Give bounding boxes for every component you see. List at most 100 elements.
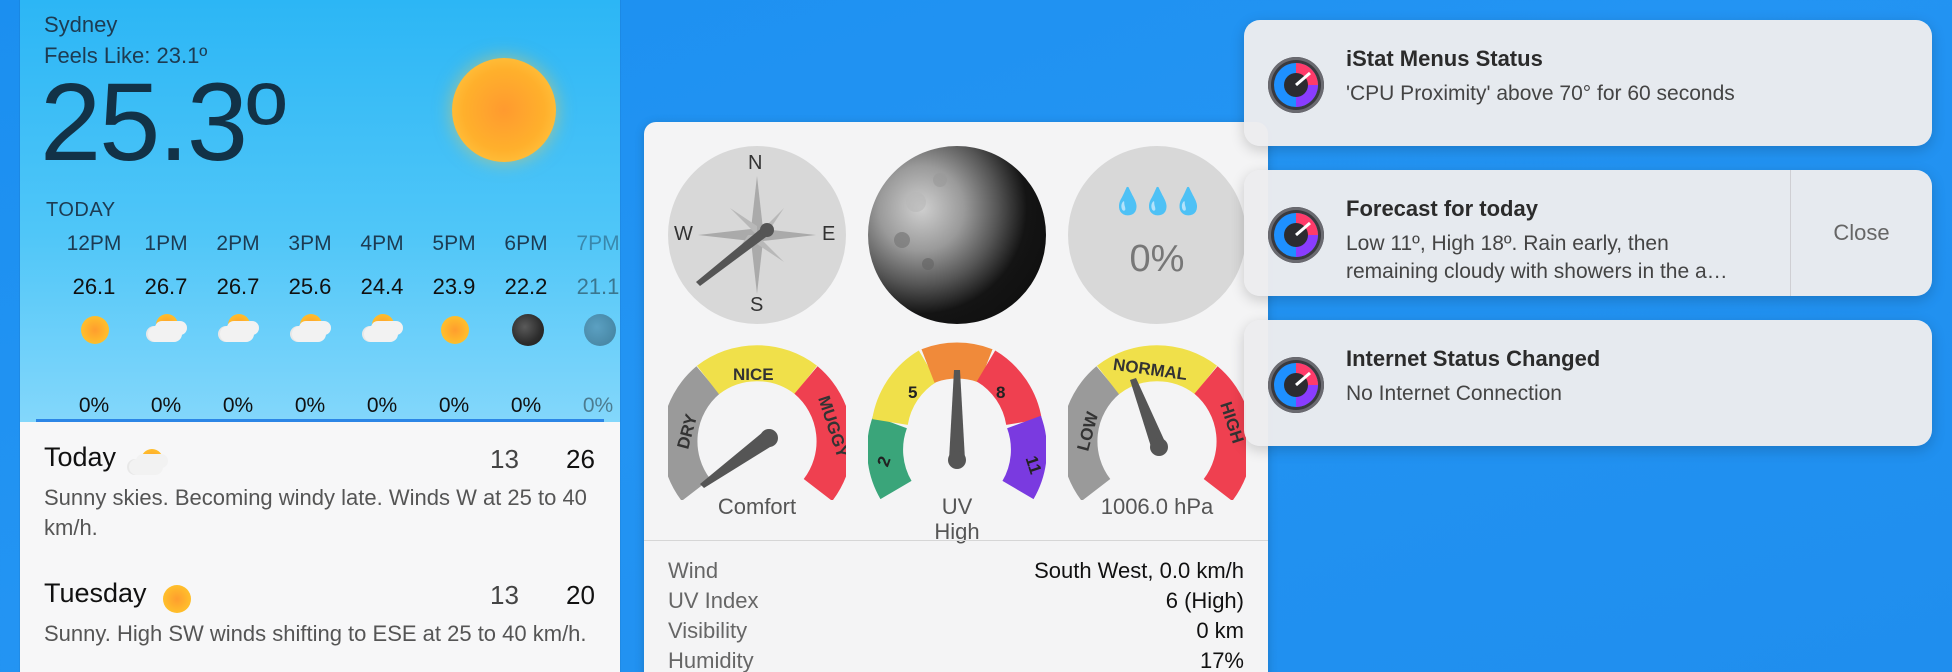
uv-caption: UV High [868, 494, 1046, 544]
notification-body-line: remaining cloudy with showers in the a… [1346, 260, 1728, 283]
hour-column: 1PM 26.7 0% [130, 232, 202, 418]
rain-chance-dial: 💧💧💧 0% [1068, 146, 1246, 324]
day-high: 26 [566, 444, 595, 474]
daily-row[interactable]: Tuesday 13 20 Sunny. High SW winds shift… [20, 568, 620, 672]
stat-value: South West, 0.0 km/h [1034, 558, 1244, 583]
hour-temp: 23.9 [432, 274, 476, 299]
compass-south: S [750, 294, 764, 316]
hourly-scroll-indicator [36, 419, 604, 422]
stat-value: 17% [1199, 648, 1244, 672]
notification-body-line: Low 11º, High 18º. Rain early, then [1346, 232, 1669, 255]
stat-row-wind: Wind South West, 0.0 km/h [668, 558, 1244, 588]
hour-column: 5PM 23.9 0% [418, 232, 490, 418]
today-label: TODAY [46, 199, 116, 221]
pressure-gauge: LOW NORMAL HIGH [1068, 340, 1246, 500]
stat-row-humidity: Humidity 17% [668, 648, 1244, 672]
stat-label: Humidity [668, 648, 754, 672]
notification-body: Low 11º, High 18º. Rain early, then rema… [1346, 230, 1728, 286]
city-name: Sydney [44, 12, 118, 37]
hour-time: 3PM [288, 232, 332, 255]
stat-label: Wind [668, 558, 719, 583]
pressure-caption: 1006.0 hPa [1100, 494, 1214, 519]
sun-icon [157, 583, 193, 613]
hour-time: 2PM [216, 232, 260, 255]
partly-cloudy-icon [202, 310, 274, 354]
hour-time: 1PM [144, 232, 188, 255]
sun-icon [452, 58, 556, 162]
sun-icon [418, 310, 490, 354]
hour-time: 6PM [504, 232, 548, 255]
hour-column: 4PM 24.4 0% [346, 232, 418, 418]
current-temperature: 25.3º [40, 61, 286, 184]
hour-temp: 26.1 [72, 274, 116, 299]
gauge-label-nice: NICE [733, 365, 774, 384]
weather-current-section: Sydney Feels Like: 23.1º 25.3º TODAY 12P… [20, 0, 620, 422]
day-name: Today [44, 442, 117, 472]
day-name: Tuesday [44, 578, 147, 608]
istat-app-icon [1268, 57, 1324, 113]
comfort-gauge: DRY NICE MUGGY [668, 340, 846, 500]
uv-label-8: 8 [996, 383, 1005, 402]
day-high: 20 [566, 580, 595, 610]
hour-precip: 0% [366, 394, 398, 417]
partly-cloudy-icon [130, 310, 202, 354]
hour-temp: 22.2 [504, 274, 548, 299]
weather-panel: Sydney Feels Like: 23.1º 25.3º TODAY 12P… [20, 0, 620, 672]
hour-temp: 21.1 [576, 274, 620, 299]
stat-label: UV Index [668, 588, 759, 613]
hour-precip: 0% [222, 394, 254, 417]
notification-istat-status[interactable]: iStat Menus Status 'CPU Proximity' above… [1244, 20, 1932, 146]
istat-weather-panel: N E S W 💧💧💧 0% DRY NICE MUGGY Comfort 2 … [644, 122, 1268, 672]
hour-column: 7PM 21.1 0% [562, 232, 620, 418]
stat-value: 6 (High) [1165, 588, 1244, 613]
day-description: Sunny. High SW winds shifting to ESE at … [44, 620, 587, 646]
hour-column: 12PM 26.1 0% [58, 232, 130, 418]
partly-cloudy-icon [346, 310, 418, 354]
stat-value: 0 km [1196, 618, 1244, 643]
notification-title: Forecast for today [1346, 196, 1538, 221]
notification-forecast[interactable]: Forecast for today Low 11º, High 18º. Ra… [1244, 170, 1932, 296]
hour-precip: 0% [78, 394, 110, 417]
notification-internet-status[interactable]: Internet Status Changed No Internet Conn… [1244, 320, 1932, 446]
hour-column: 2PM 26.7 0% [202, 232, 274, 418]
hour-temp: 25.6 [288, 274, 332, 299]
day-low: 13 [490, 444, 519, 474]
notification-body: 'CPU Proximity' above 70° for 60 seconds [1346, 82, 1735, 105]
moon-icon [490, 310, 562, 354]
partly-cloudy-icon [274, 310, 346, 354]
hourly-forecast[interactable]: 12PM 26.1 0% 1PM 26.7 0% 2PM 26.7 0% 3PM… [20, 232, 620, 422]
raindrops-icon: 💧💧💧 [1111, 186, 1204, 216]
hour-precip: 0% [510, 394, 542, 417]
istat-app-icon [1268, 207, 1324, 263]
notification-title: Internet Status Changed [1346, 346, 1601, 371]
close-button[interactable]: Close [1790, 170, 1932, 296]
daily-row[interactable]: Today 13 26 Sunny skies. Becoming windy … [20, 432, 620, 568]
istat-divider [644, 540, 1268, 541]
hour-time: 5PM [432, 232, 476, 255]
close-button-label: Close [1833, 220, 1890, 245]
moon-phase-icon [868, 146, 1046, 324]
hour-temp: 26.7 [144, 274, 188, 299]
uv-caption-label: UV [941, 494, 973, 519]
compass-west: W [674, 223, 693, 245]
uv-gauge: 2 5 8 11 [868, 340, 1046, 500]
hour-time: 7PM [576, 232, 620, 255]
stat-row-visibility: Visibility 0 km [668, 618, 1244, 648]
hour-column: 6PM 22.2 0% [490, 232, 562, 418]
hour-precip: 0% [438, 394, 470, 417]
notification-title: iStat Menus Status [1346, 46, 1543, 71]
hour-precip: 0% [294, 394, 326, 417]
hour-time: 4PM [360, 232, 404, 255]
day-description: Sunny skies. Becoming windy late. Winds … [44, 484, 587, 540]
hour-temp: 24.4 [360, 274, 404, 299]
notification-body: No Internet Connection [1346, 382, 1562, 405]
istat-app-icon [1268, 357, 1324, 413]
rain-chance-value: 0% [1129, 238, 1185, 280]
compass-east: E [822, 223, 836, 245]
hour-temp: 26.7 [216, 274, 260, 299]
day-low: 13 [490, 580, 519, 610]
hour-precip: 0% [582, 394, 614, 417]
wind-compass: N E S W [668, 146, 846, 324]
hour-precip: 0% [150, 394, 182, 417]
daily-forecast[interactable]: Today 13 26 Sunny skies. Becoming windy … [20, 432, 620, 672]
